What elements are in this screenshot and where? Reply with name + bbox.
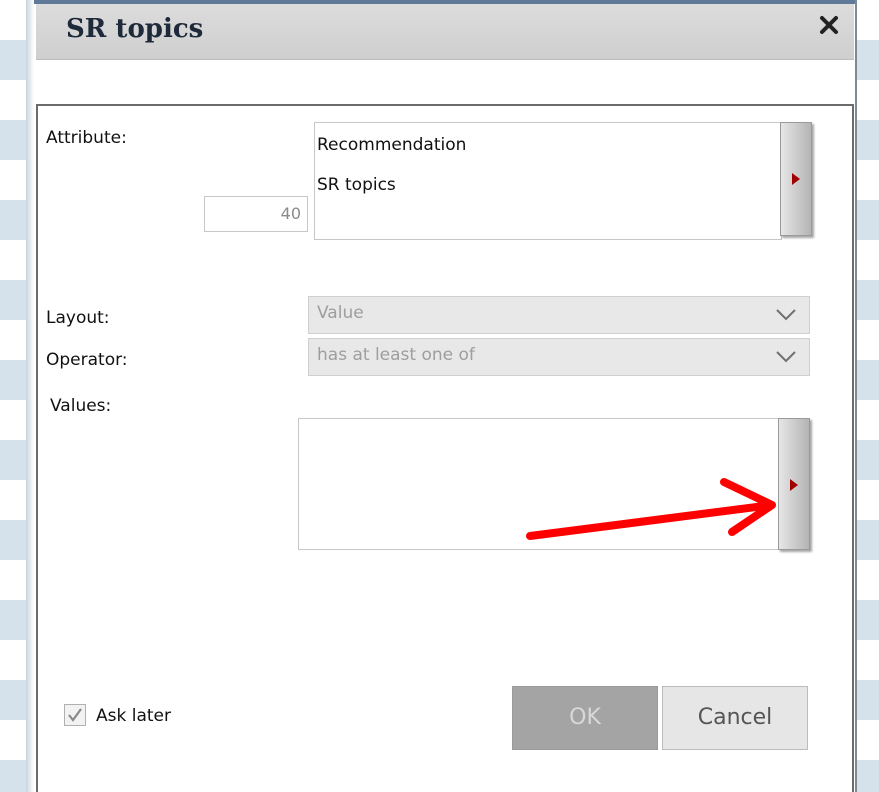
values-label: Values:: [50, 396, 112, 416]
attribute-list[interactable]: Recommendation SR topics: [314, 122, 782, 240]
close-icon[interactable]: [816, 12, 842, 38]
attribute-item[interactable]: Recommendation: [317, 135, 466, 155]
values-list[interactable]: [298, 418, 780, 550]
cancel-button[interactable]: Cancel: [662, 686, 808, 750]
attribute-expand-button[interactable]: [780, 122, 812, 236]
operator-select[interactable]: has at least one of: [308, 338, 810, 376]
background-left-shadow: [26, 0, 34, 792]
dialog-titlebar: SR topics: [36, 4, 854, 60]
ask-later-checkbox[interactable]: [64, 704, 86, 726]
dialog-title: SR topics: [66, 14, 204, 44]
values-expand-button[interactable]: [778, 418, 810, 550]
chevron-down-icon: [776, 351, 796, 363]
attribute-label: Attribute:: [46, 128, 127, 148]
layout-select[interactable]: Value: [308, 296, 810, 334]
attribute-item[interactable]: SR topics: [317, 175, 396, 195]
operator-label: Operator:: [46, 350, 128, 370]
background-right-strip: [857, 0, 879, 792]
triangle-right-icon: [790, 479, 798, 491]
operator-select-value: has at least one of: [317, 345, 475, 365]
count-field[interactable]: 40: [204, 196, 308, 232]
ok-button[interactable]: OK: [512, 686, 658, 750]
triangle-right-icon: [792, 173, 800, 185]
layout-select-value: Value: [317, 303, 364, 323]
layout-label: Layout:: [46, 308, 110, 328]
ask-later-label: Ask later: [96, 706, 171, 726]
checkmark-icon: [68, 708, 82, 722]
background-left-strip: [0, 0, 28, 792]
chevron-down-icon: [776, 309, 796, 321]
